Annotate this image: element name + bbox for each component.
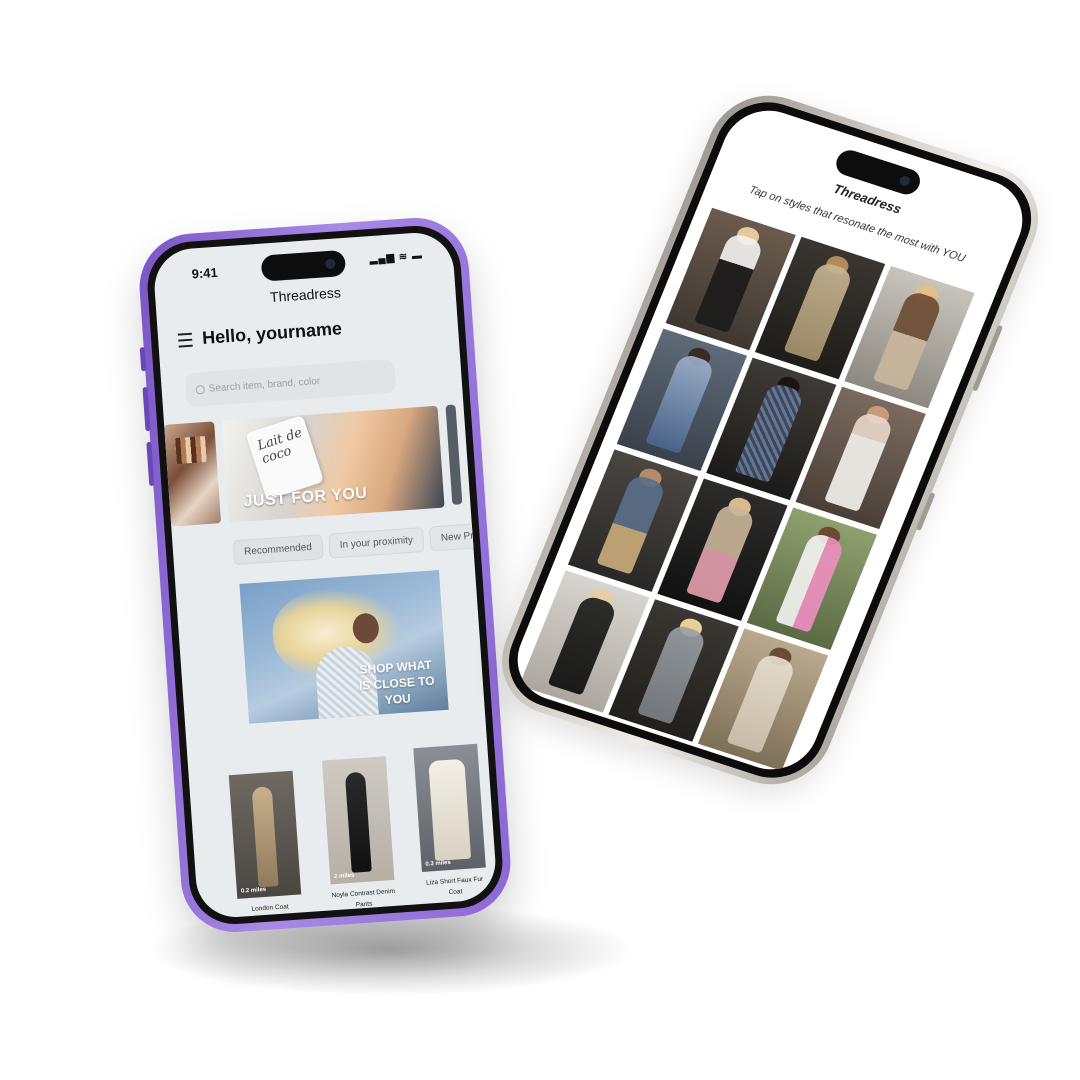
product-card[interactable]: 0.2 miles London Coat [228, 770, 303, 916]
tab-recommended[interactable]: Recommended [232, 534, 324, 566]
search-icon [195, 384, 206, 395]
camera-icon [324, 258, 336, 270]
phone-bezel: Threadress Tap on styles that resonate t… [493, 89, 1047, 791]
product-name: London Coat [251, 903, 289, 913]
palette-image [175, 436, 207, 465]
can-label: Lait de coco [255, 425, 305, 468]
product-image: 0.2 miles [228, 770, 302, 899]
banner-carousel[interactable]: Lait de coco JUST FOR YOU [164, 404, 471, 529]
product-distance: 0.2 miles [240, 886, 267, 895]
volume-down-button [146, 441, 155, 487]
product-card[interactable]: 2 miles Noyla Contrast Denim Pants [321, 756, 396, 912]
product-name: Noyla Contrast Denim Pants [331, 887, 396, 909]
banner-label: JUST FOR YOU [243, 484, 368, 511]
product-image: 0.3 miles [413, 743, 486, 872]
status-time: 9:41 [191, 264, 219, 282]
home-screen: 9:41 ▂▄▆ ≋ ▬ Threadress Hello, yourname … [151, 230, 499, 920]
tab-in-your-proximity[interactable]: In your proximity [327, 527, 425, 559]
filter-tabs: Recommended In your proximity New Produc [232, 521, 499, 566]
style-quiz-screen: Threadress Tap on styles that resonate t… [504, 99, 1036, 781]
product-can-image: Lait de coco [245, 414, 325, 501]
tab-new-products[interactable]: New Produc [429, 521, 499, 552]
action-button [139, 347, 147, 372]
greeting-header: Hello, yourname [177, 318, 343, 350]
product-distance: 2 miles [333, 872, 355, 881]
search-input[interactable]: Search item, brand, color [184, 358, 397, 408]
promo-banner[interactable]: SHOP WHAT IS CLOSE TO YOU [239, 570, 449, 724]
product-name: Liza Short Faux Fur Coat [425, 875, 484, 897]
phone-purple: 9:41 ▂▄▆ ≋ ▬ Threadress Hello, yourname … [135, 214, 515, 936]
product-list: 0.2 miles London Coat 2 miles Noyla Cont… [228, 743, 498, 920]
greeting-text: Hello, yourname [201, 318, 343, 348]
dynamic-island [260, 249, 347, 282]
camera-icon [898, 174, 912, 188]
product-distance: 0.3 miles [425, 859, 451, 868]
banner-previous[interactable] [164, 421, 222, 527]
volume-up-button [142, 386, 151, 432]
banner-just-for-you[interactable]: Lait de coco JUST FOR YOU [221, 405, 445, 523]
phone-titanium: Threadress Tap on styles that resonate t… [484, 80, 1056, 800]
status-icons: ▂▄▆ ≋ ▬ [369, 250, 424, 266]
phone-bezel: 9:41 ▂▄▆ ≋ ▬ Threadress Hello, yourname … [144, 222, 506, 928]
promo-text: SHOP WHAT IS CLOSE TO YOU [358, 657, 436, 708]
product-card[interactable]: 0.3 miles Liza Short Faux Fur Coat [413, 743, 487, 900]
hamburger-menu-icon[interactable] [177, 332, 193, 348]
style-grid [519, 207, 975, 771]
banner-next[interactable] [445, 404, 463, 505]
search-placeholder: Search item, brand, color [208, 375, 321, 395]
product-image: 2 miles [321, 756, 395, 885]
